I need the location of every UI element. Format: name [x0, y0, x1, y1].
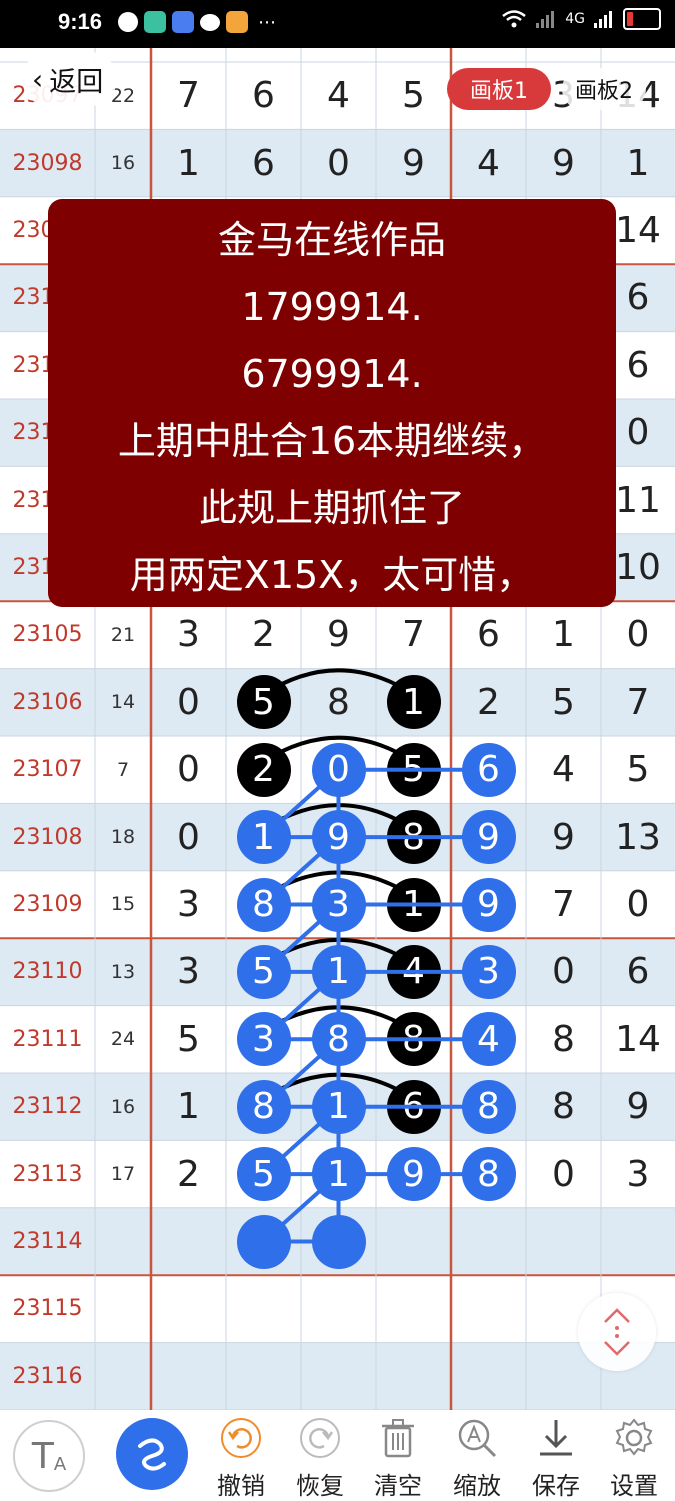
- note-line: 用两定X15X，太可惜，: [129, 553, 535, 597]
- note-line: 6799914.: [241, 352, 423, 396]
- text-tool-icon: A: [53, 1453, 67, 1475]
- blue-marked-digit[interactable]: 0: [311, 742, 366, 797]
- blue-marked-digit[interactable]: 3: [311, 877, 366, 932]
- download-icon: [534, 1416, 578, 1460]
- status-time: 9:16: [58, 9, 103, 34]
- blue-marked-digit[interactable]: 8: [236, 877, 291, 932]
- blue-marked-digit[interactable]: 8: [311, 1012, 366, 1067]
- message-notification-icon: [200, 13, 220, 31]
- clear-label: 清空: [374, 1472, 422, 1500]
- tab-board-2[interactable]: 画板2: [562, 68, 646, 110]
- save-button[interactable]: 保存: [524, 1416, 588, 1500]
- more-notifications-icon: ⋯: [258, 11, 276, 33]
- blue-marked-digit[interactable]: 9: [386, 1147, 441, 1202]
- blue-marked-digit[interactable]: 8: [236, 1079, 291, 1134]
- network-type: 4G: [565, 11, 585, 27]
- pen-stroke-icon: [138, 1438, 166, 1471]
- scroll-toggle-button[interactable]: [578, 1293, 656, 1371]
- settings-button[interactable]: 设置: [602, 1416, 666, 1500]
- notification-icons: ⋯: [118, 11, 276, 33]
- blue-marked-digit[interactable]: 4: [461, 1012, 516, 1067]
- blue-marked-digit[interactable]: 1: [311, 1079, 366, 1134]
- draw-tool-button[interactable]: [116, 1418, 188, 1490]
- blue-marked-digit[interactable]: 1: [311, 944, 366, 999]
- undo-button[interactable]: 撤销: [209, 1416, 273, 1500]
- clear-button[interactable]: 清空: [366, 1416, 430, 1500]
- note-line: 金马在线作品: [217, 218, 446, 262]
- blue-marked-digit[interactable]: 9: [461, 810, 516, 865]
- chevron-left-icon: ‹: [32, 62, 44, 96]
- back-label: 返回: [49, 66, 104, 98]
- blue-marked-digit[interactable]: 3: [236, 1012, 291, 1067]
- blue-marked-digit[interactable]: 6: [461, 742, 516, 797]
- blue-marked-digit[interactable]: 8: [461, 1147, 516, 1202]
- save-label: 保存: [532, 1472, 580, 1500]
- undo-icon: [219, 1416, 263, 1460]
- gear-icon: [612, 1416, 656, 1460]
- redo-icon: [298, 1416, 342, 1460]
- blue-marked-digit[interactable]: [311, 1214, 366, 1269]
- scroll-arrows-icon: [604, 1308, 630, 1356]
- wifi-icon: [502, 10, 527, 28]
- bottom-toolbar: TA 撤销 恢复 清空 缩放 保存 设置: [0, 1410, 675, 1500]
- signal-icon: [594, 11, 612, 28]
- note-line: 此规上期抓住了: [198, 486, 465, 530]
- text-tool-icon: T: [31, 1435, 54, 1477]
- signal-icon: [536, 11, 555, 28]
- note-overlay: 金马在线作品 1799914. 6799914. 上期中肚合16本期继续， 此规…: [48, 199, 616, 607]
- back-button[interactable]: ‹ 返回: [22, 52, 118, 106]
- app-notification-icon: [226, 11, 248, 33]
- app-notification-icon: [118, 12, 138, 32]
- redo-button[interactable]: 恢复: [288, 1416, 352, 1500]
- blue-marked-digit[interactable]: 3: [461, 944, 516, 999]
- blue-marked-digit[interactable]: [236, 1214, 291, 1269]
- zoom-label: 缩放: [453, 1472, 501, 1500]
- blue-marked-digit[interactable]: 5: [236, 1147, 291, 1202]
- settings-label: 设置: [610, 1472, 658, 1500]
- tab-board-1[interactable]: 画板1: [447, 68, 551, 110]
- note-line: 上期中肚合16本期继续，: [117, 419, 547, 463]
- blue-marked-digit[interactable]: 9: [311, 810, 366, 865]
- blue-marked-digit[interactable]: 8: [461, 1079, 516, 1134]
- music-notification-icon: [172, 11, 194, 33]
- zoom-icon: [455, 1416, 499, 1460]
- status-bar: 9:16 ⋯ 4G: [0, 0, 675, 48]
- zoom-button[interactable]: 缩放: [445, 1416, 509, 1500]
- note-line: 1799914.: [241, 285, 423, 329]
- redo-label: 恢复: [296, 1472, 344, 1500]
- undo-label: 撤销: [217, 1472, 265, 1500]
- battery-icon: [623, 8, 661, 30]
- app-notification-icon: [144, 11, 166, 33]
- blue-marked-digit[interactable]: 1: [236, 810, 291, 865]
- blue-marked-digit[interactable]: 5: [236, 944, 291, 999]
- blue-marked-digit[interactable]: 9: [461, 877, 516, 932]
- system-icons: 4G: [501, 8, 661, 30]
- blue-marked-digit[interactable]: 1: [311, 1147, 366, 1202]
- trash-icon: [376, 1416, 420, 1460]
- text-tool-button[interactable]: TA: [13, 1420, 85, 1492]
